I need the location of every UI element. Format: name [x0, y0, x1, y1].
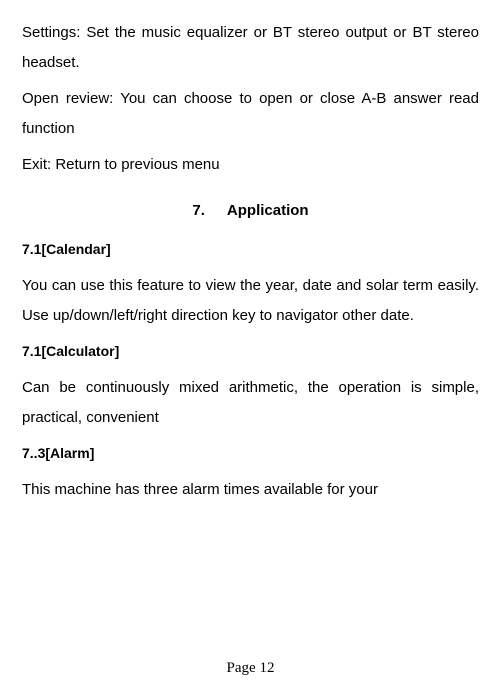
- subheading-calculator: 7.1[Calculator]: [22, 343, 479, 359]
- calendar-body: You can use this feature to view the yea…: [22, 271, 479, 331]
- calculator-body: Can be continuously mixed arithmetic, th…: [22, 373, 479, 433]
- section-heading-application: 7. Application: [22, 202, 479, 219]
- alarm-body: This machine has three alarm times avail…: [22, 475, 479, 505]
- page-footer: Page 12: [0, 660, 501, 677]
- subheading-alarm: 7..3[Alarm]: [22, 445, 479, 461]
- open-review-paragraph: Open review: You can choose to open or c…: [22, 84, 479, 144]
- exit-paragraph: Exit: Return to previous menu: [22, 150, 479, 180]
- settings-paragraph: Settings: Set the music equalizer or BT …: [22, 18, 479, 78]
- section-title: Application: [227, 202, 309, 219]
- section-number: 7.: [192, 202, 205, 219]
- subheading-calendar: 7.1[Calendar]: [22, 241, 479, 257]
